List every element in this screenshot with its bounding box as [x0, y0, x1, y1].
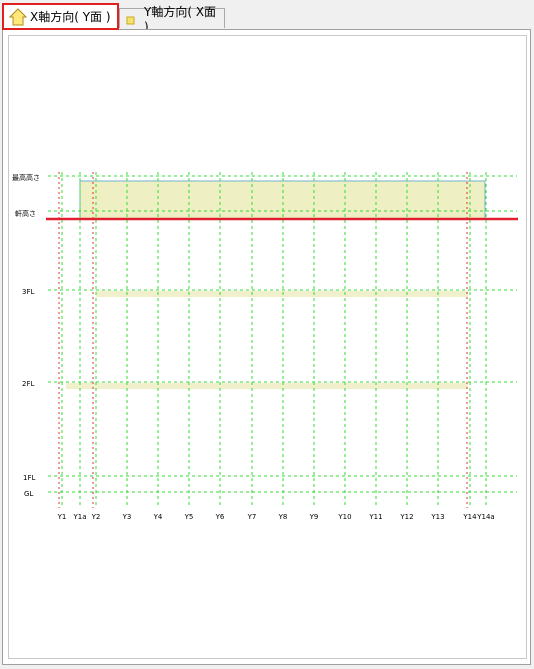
axis-label: Y13 — [430, 513, 444, 521]
floor-slab-3fl — [96, 291, 468, 297]
level-label: 軒高さ — [15, 209, 36, 218]
level-label: 3FL — [22, 288, 34, 296]
level-label: GL — [24, 490, 33, 498]
axis-label: Y10 — [337, 513, 351, 521]
axis-label: Y8 — [278, 513, 288, 521]
axis-label: Y1a — [72, 513, 86, 521]
axis-label: Y14a — [476, 513, 494, 521]
axis-label: Y14 — [462, 513, 477, 521]
tab-bar: X軸方向( Y面 ) Y軸方向( X面 ) — [0, 0, 534, 34]
floor-slab-2fl — [66, 383, 468, 389]
tab-x-direction-label: X軸方向( Y面 ) — [30, 10, 111, 24]
axis-label: Y7 — [247, 513, 257, 521]
axis-label: Y11 — [368, 513, 382, 521]
axis-label: Y12 — [399, 513, 413, 521]
small-square-icon — [124, 12, 138, 26]
tab-y-direction[interactable]: Y軸方向( X面 ) — [119, 5, 225, 34]
tab-x-direction[interactable]: X軸方向( Y面 ) — [2, 3, 119, 30]
axis-label: Y9 — [309, 513, 319, 521]
elevation-canvas: 最高高さ軒高さ 3FL 2FL 1FL GL Y1 Y1a Y2 Y3 Y4 Y5 Y6 Y7 Y8 Y9 Y… — [8, 35, 527, 659]
level-label: 2FL — [22, 380, 34, 388]
axis-label: Y5 — [184, 513, 194, 521]
axis-label: Y3 — [122, 513, 132, 521]
axis-label: Y2 — [91, 513, 101, 521]
level-label: 最高高さ — [12, 173, 40, 182]
axis-label: Y6 — [215, 513, 225, 521]
axis-label: Y4 — [153, 513, 163, 521]
elevation-drawing: 最高高さ軒高さ 3FL 2FL 1FL GL Y1 Y1a Y2 Y3 Y4 Y5 Y6 Y7 Y8 Y9 Y… — [12, 172, 518, 521]
axis-label: Y1 — [57, 513, 67, 521]
level-label: 1FL — [23, 474, 35, 482]
house-icon — [8, 7, 28, 26]
